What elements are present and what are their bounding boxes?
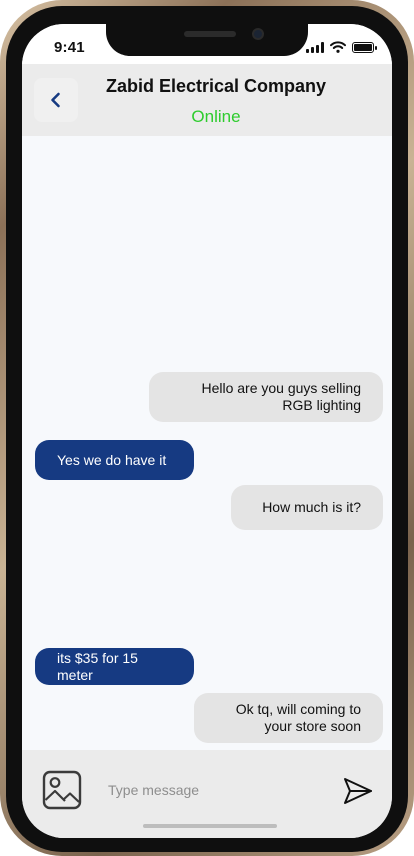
image-icon[interactable] xyxy=(42,770,82,810)
message-text: Yes we do have it xyxy=(57,451,167,468)
wifi-icon xyxy=(330,41,346,53)
contact-name: Zabid Electrical Company xyxy=(105,76,327,96)
contact-status: Online xyxy=(191,107,241,126)
message-input-bar xyxy=(22,750,392,838)
chat-header: Zabid Electrical Company Online xyxy=(22,64,392,136)
notch xyxy=(106,24,308,56)
message-bubble-received: Yes we do have it xyxy=(35,440,194,480)
speaker-grille xyxy=(184,31,236,37)
message-bubble-received: its $35 for 15 meter xyxy=(35,648,194,685)
message-text: its $35 for 15 meter xyxy=(57,649,138,683)
message-text: Hello are you guys selling RGB lighting xyxy=(201,380,361,413)
battery-icon xyxy=(352,41,377,53)
status-time: 9:41 xyxy=(54,39,85,56)
cellular-signal-icon xyxy=(306,41,324,53)
message-bubble-sent: Hello are you guys selling RGB lighting xyxy=(149,372,383,422)
home-indicator xyxy=(143,824,277,828)
message-bubble-sent: Ok tq, will coming to your store soon xyxy=(194,693,383,743)
status-bar: 9:41 xyxy=(22,24,392,64)
status-icons xyxy=(306,41,377,53)
phone-screen: 9:41 Zabid Electrical Company Online Hel… xyxy=(22,24,392,838)
message-text: Ok tq, will coming to your store soon xyxy=(235,701,361,734)
phone-frame: 9:41 Zabid Electrical Company Online Hel… xyxy=(0,0,414,856)
front-camera xyxy=(252,28,264,40)
message-text: How much is it? xyxy=(262,499,361,515)
message-list: Hello are you guys selling RGB lighting … xyxy=(22,136,392,750)
message-input[interactable] xyxy=(108,778,328,802)
message-bubble-sent: How much is it? xyxy=(231,485,383,530)
send-icon[interactable] xyxy=(342,776,374,806)
